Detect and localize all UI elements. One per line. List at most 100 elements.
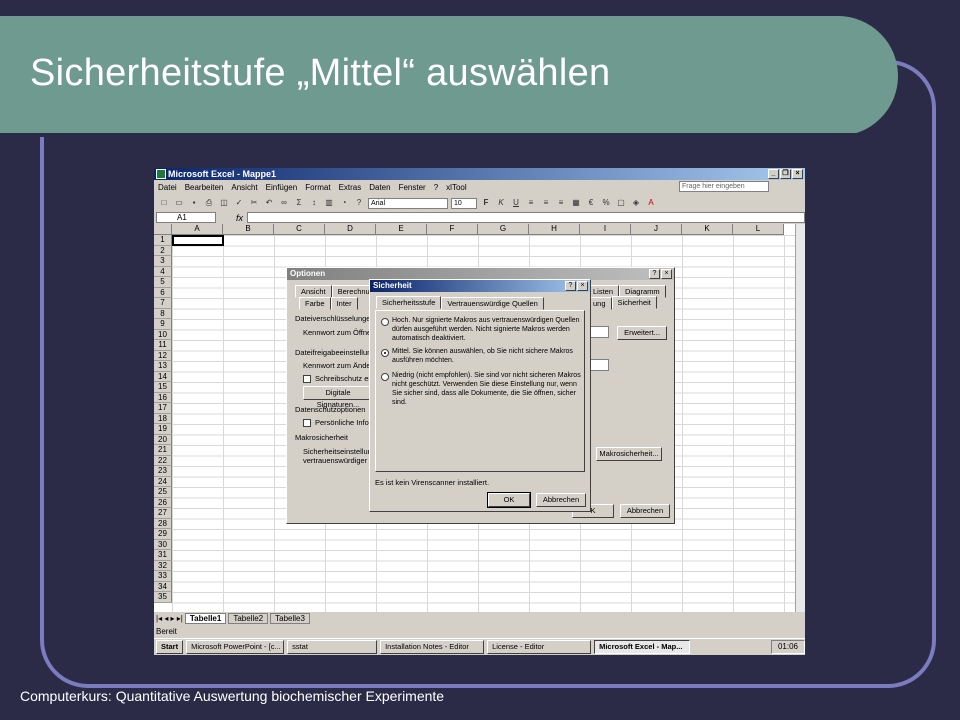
radio-mittel[interactable] — [381, 349, 389, 357]
row-header[interactable]: 25 — [154, 487, 172, 498]
menu-format[interactable]: Format — [305, 183, 330, 192]
sort-icon[interactable]: ↕ — [308, 197, 320, 209]
menu-einfuegen[interactable]: Einfügen — [266, 183, 298, 192]
row-header[interactable]: 29 — [154, 529, 172, 540]
new-icon[interactable]: □ — [158, 197, 170, 209]
row-header[interactable]: 5 — [154, 277, 172, 288]
optionen-abbrechen-button[interactable]: Abbrechen — [620, 504, 670, 518]
radio-niedrig[interactable] — [381, 373, 389, 381]
column-header[interactable]: G — [478, 224, 529, 235]
tab-sicherheit[interactable]: Sicherheit — [611, 296, 657, 309]
tab-international[interactable]: Inter — [330, 297, 358, 310]
row-header[interactable]: 22 — [154, 455, 172, 466]
font-size-select[interactable]: 10 — [451, 197, 477, 209]
row-header[interactable]: 26 — [154, 497, 172, 508]
name-box[interactable]: A1 — [156, 212, 216, 223]
row-header[interactable]: 28 — [154, 518, 172, 529]
radio-hoch[interactable] — [381, 318, 389, 326]
percent-icon[interactable]: % — [600, 197, 612, 209]
row-header[interactable]: 3 — [154, 256, 172, 267]
column-header[interactable]: H — [529, 224, 580, 235]
chart-icon[interactable]: ▥ — [323, 197, 335, 209]
zoom-icon[interactable]: ◔ — [338, 197, 350, 209]
align-right-icon[interactable]: ≡ — [555, 197, 567, 209]
underline-icon[interactable]: U — [510, 197, 522, 209]
sicherheit-close-button[interactable]: × — [577, 281, 588, 291]
row-header[interactable]: 10 — [154, 329, 172, 340]
menu-datei[interactable]: Datei — [158, 183, 177, 192]
optionen-close-button[interactable]: × — [661, 269, 672, 279]
sheet-tab-3[interactable]: Tabelle3 — [270, 613, 310, 624]
row-header[interactable]: 35 — [154, 592, 172, 603]
row-header[interactable]: 4 — [154, 266, 172, 277]
task-license[interactable]: License - Editor — [487, 640, 592, 654]
select-all-corner[interactable] — [154, 224, 172, 235]
optionen-help-button[interactable]: ? — [649, 269, 660, 279]
menu-fenster[interactable]: Fenster — [399, 183, 426, 192]
font-color-icon[interactable]: A — [645, 197, 657, 209]
row-header[interactable]: 11 — [154, 340, 172, 351]
align-left-icon[interactable]: ≡ — [525, 197, 537, 209]
sicherheit-ok-button[interactable]: OK — [487, 492, 531, 508]
row-header[interactable]: 34 — [154, 581, 172, 592]
bold-icon[interactable]: F — [480, 197, 492, 209]
row-header[interactable]: 2 — [154, 245, 172, 256]
row-header[interactable]: 30 — [154, 539, 172, 550]
row-header[interactable]: 17 — [154, 403, 172, 414]
erweitert-button[interactable]: Erweitert... — [617, 326, 667, 340]
task-powerpoint[interactable]: Microsoft PowerPoint - [c... — [186, 640, 285, 654]
restore-button[interactable]: ❐ — [780, 169, 791, 179]
merge-icon[interactable]: ▦ — [570, 197, 582, 209]
row-header[interactable]: 23 — [154, 466, 172, 477]
preview-icon[interactable]: ◫ — [218, 197, 230, 209]
fx-icon[interactable]: fx — [236, 213, 243, 223]
row-header[interactable]: 1 — [154, 235, 172, 246]
column-header[interactable]: I — [580, 224, 631, 235]
menu-help[interactable]: ? — [434, 183, 438, 192]
cut-icon[interactable]: ✂ — [248, 197, 260, 209]
row-header[interactable]: 33 — [154, 571, 172, 582]
spellcheck-icon[interactable]: ✓ — [233, 197, 245, 209]
row-header[interactable]: 9 — [154, 319, 172, 330]
open-icon[interactable]: ▭ — [173, 197, 185, 209]
italic-icon[interactable]: K — [495, 197, 507, 209]
row-header[interactable]: 27 — [154, 508, 172, 519]
task-installation-notes[interactable]: Installation Notes - Editor — [380, 640, 485, 654]
hyperlink-icon[interactable]: ∞ — [278, 197, 290, 209]
sheet-tab-1[interactable]: Tabelle1 — [184, 613, 227, 624]
row-header[interactable]: 19 — [154, 424, 172, 435]
start-button[interactable]: Start — [156, 640, 184, 654]
help-icon[interactable]: ? — [353, 197, 365, 209]
active-cell[interactable] — [172, 235, 224, 246]
row-header[interactable]: 14 — [154, 371, 172, 382]
task-sstat[interactable]: sstat — [287, 640, 378, 654]
menu-daten[interactable]: Daten — [369, 183, 390, 192]
column-header[interactable]: A — [172, 224, 223, 235]
font-name-select[interactable]: Arial — [368, 197, 448, 209]
persoenliche-info-checkbox[interactable] — [303, 419, 311, 427]
row-header[interactable]: 18 — [154, 413, 172, 424]
row-header[interactable]: 13 — [154, 361, 172, 372]
formula-input[interactable] — [247, 212, 805, 223]
sheet-nav-icon[interactable]: |◂ ◂ ▸ ▸| — [156, 614, 183, 623]
print-icon[interactable]: ⎙ — [203, 197, 215, 209]
column-header[interactable]: K — [682, 224, 733, 235]
fill-color-icon[interactable]: ◈ — [630, 197, 642, 209]
autosum-icon[interactable]: Σ — [293, 197, 305, 209]
column-header[interactable]: B — [223, 224, 274, 235]
column-header[interactable]: L — [733, 224, 784, 235]
makrosicherheit-button[interactable]: Makrosicherheit... — [596, 447, 662, 461]
column-header[interactable]: E — [376, 224, 427, 235]
row-header[interactable]: 31 — [154, 550, 172, 561]
row-header[interactable]: 8 — [154, 308, 172, 319]
menu-ansicht[interactable]: Ansicht — [231, 183, 257, 192]
column-header[interactable]: C — [274, 224, 325, 235]
row-header[interactable]: 21 — [154, 445, 172, 456]
row-header[interactable]: 15 — [154, 382, 172, 393]
undo-icon[interactable]: ↶ — [263, 197, 275, 209]
sicherheit-help-button[interactable]: ? — [565, 281, 576, 291]
sheet-tab-2[interactable]: Tabelle2 — [228, 613, 269, 624]
row-header[interactable]: 20 — [154, 434, 172, 445]
align-center-icon[interactable]: ≡ — [540, 197, 552, 209]
row-header[interactable]: 32 — [154, 560, 172, 571]
